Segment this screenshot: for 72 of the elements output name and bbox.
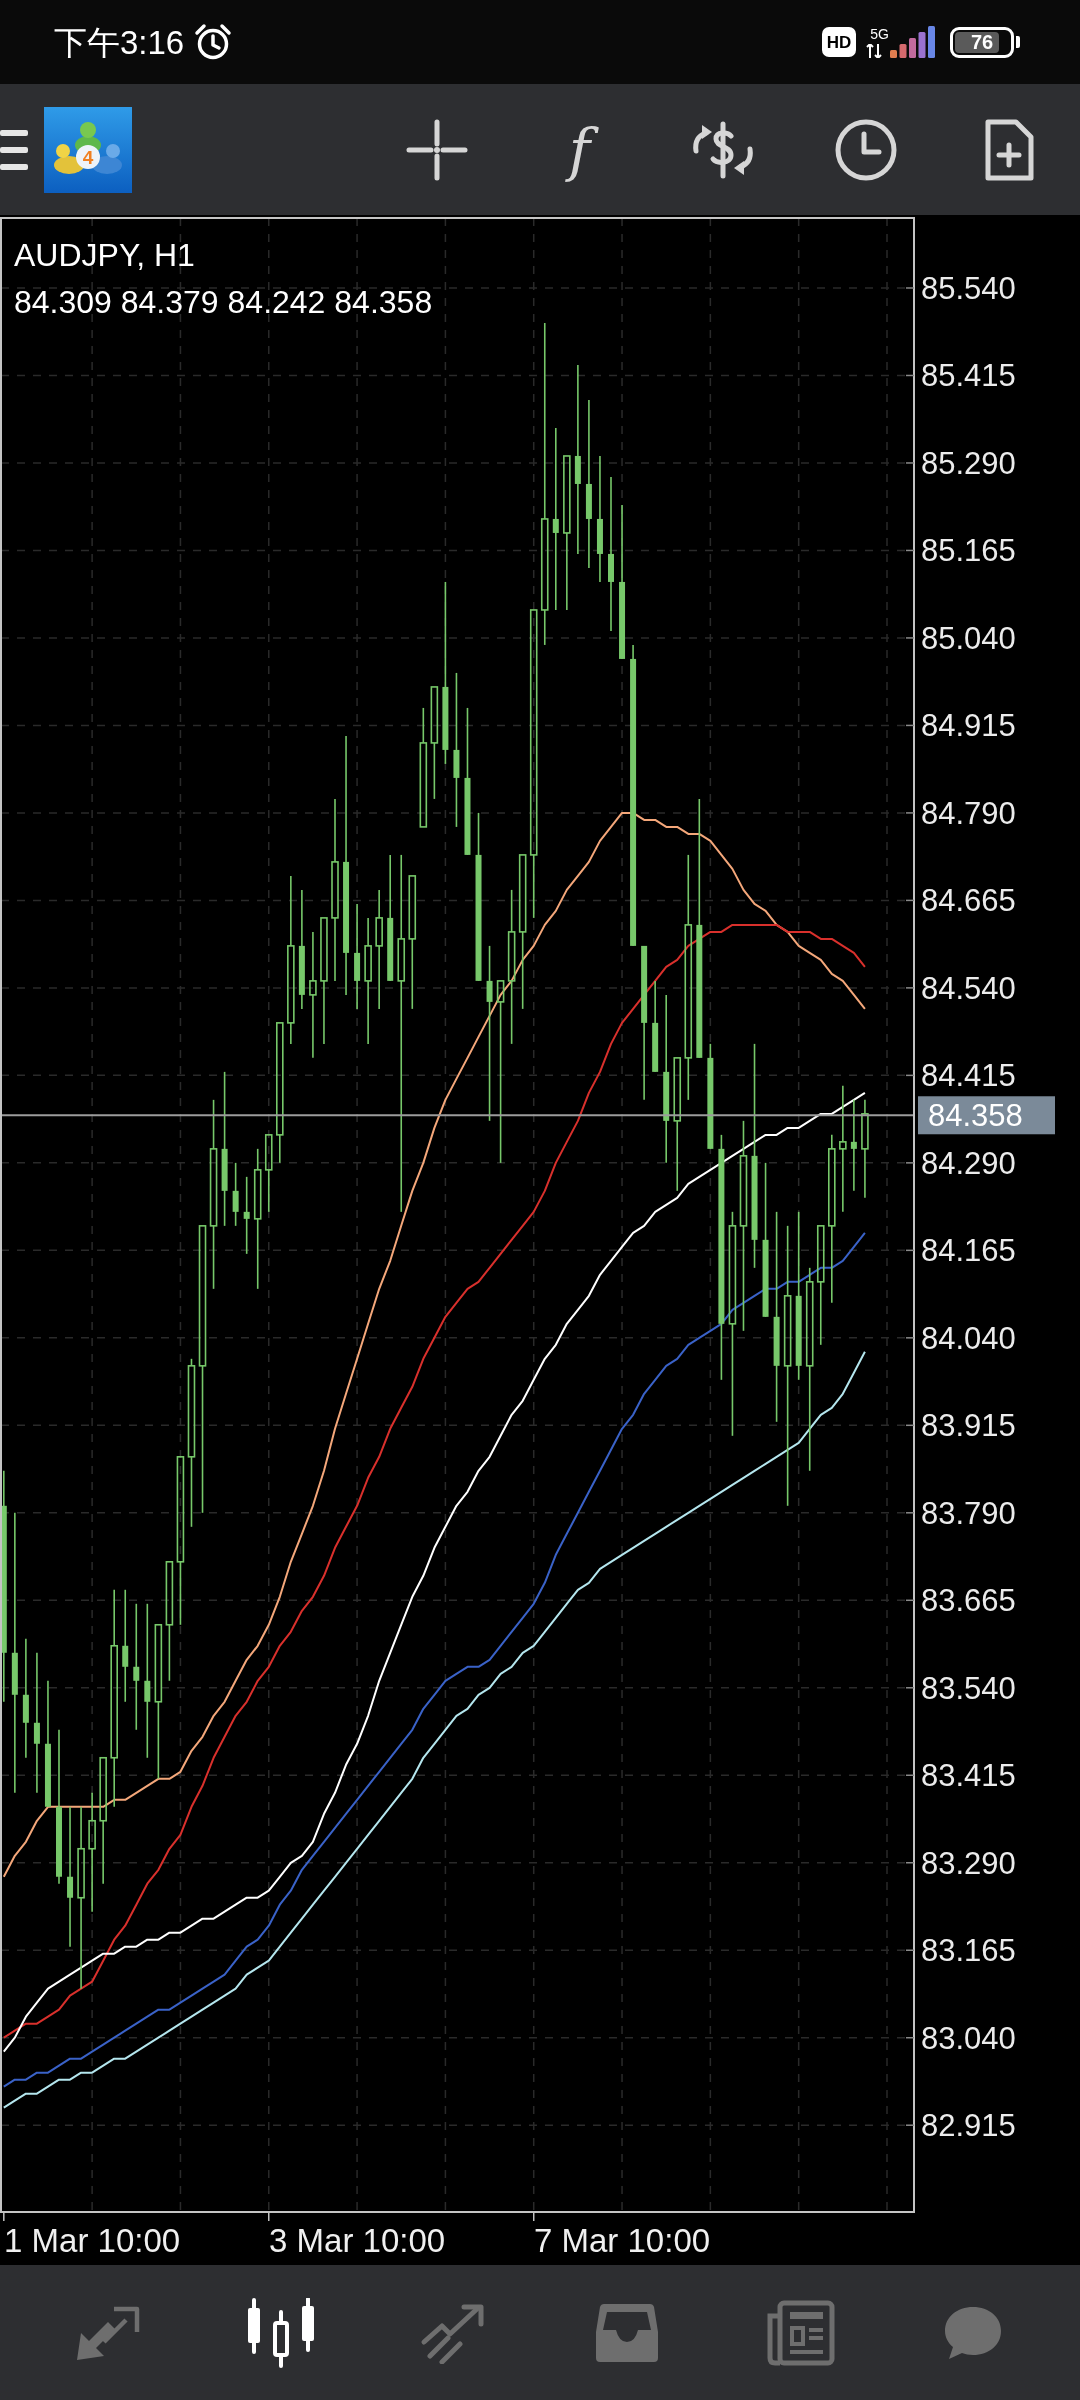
price-axis-label: 82.915 [921, 2108, 1016, 2144]
price-axis-label: 84.790 [921, 795, 1016, 831]
ohlc-values: 84.309 84.379 84.242 84.358 [14, 284, 433, 320]
status-time: 下午3:16 [54, 25, 185, 59]
price-axis-label: 83.540 [921, 1670, 1016, 1706]
price-axis-label: 85.290 [921, 445, 1016, 481]
candlestick [33, 1651, 40, 1794]
candlestick [110, 1588, 118, 1808]
price-axis-label: 84.540 [921, 970, 1016, 1006]
candlestick [739, 1120, 748, 1332]
candlestick [232, 1162, 239, 1227]
price-axis-label: 83.790 [921, 1495, 1016, 1531]
price-axis-label: 84.415 [921, 1058, 1016, 1094]
candlestick [684, 854, 693, 1101]
battery-indicator: 76 [950, 26, 1020, 58]
price-axis-label: 84.665 [921, 883, 1016, 919]
signal-bars-icon [890, 26, 936, 58]
candlestick [397, 854, 406, 1213]
alarm-clock-icon [194, 23, 233, 61]
time-axis-label: 7 Mar 10:00 [534, 2222, 711, 2259]
candlestick [67, 1805, 74, 1948]
candlestick [783, 1225, 792, 1507]
price-axis-label: 85.165 [921, 533, 1016, 569]
price-axis-label: 84.915 [921, 708, 1016, 744]
candlestick [77, 1805, 85, 1990]
price-axis-label: 83.290 [921, 1845, 1016, 1881]
crosshair-icon[interactable] [405, 118, 468, 181]
price-axis-label: 83.415 [921, 1758, 1016, 1794]
candlestick [253, 1148, 262, 1290]
time-axis-label: 3 Mar 10:00 [269, 2222, 446, 2259]
hd-badge: HD [821, 27, 857, 57]
candlestick [507, 889, 516, 1045]
candlestick [287, 875, 295, 1045]
price-axis-label: 84.040 [921, 1320, 1016, 1356]
candlestick [133, 1602, 140, 1731]
current-price-tag: 84.358 [918, 1096, 1055, 1135]
candlestick [243, 1176, 250, 1255]
candlestick [364, 917, 372, 1045]
candlestick [122, 1588, 129, 1703]
candlestick [209, 1099, 218, 1290]
candlestick [850, 1099, 857, 1192]
candlestick [331, 798, 339, 982]
price-axis-label: 84.165 [921, 1233, 1016, 1269]
candlestick [375, 889, 383, 1010]
chat-bubble-icon[interactable] [942, 2304, 1003, 2361]
candlestick [828, 1134, 836, 1304]
candlestick [839, 1085, 847, 1213]
price-axis-label: 83.165 [921, 1933, 1016, 1969]
candlestick [861, 1099, 869, 1199]
price-axis-label: 85.040 [921, 620, 1016, 656]
inbox-tray-icon[interactable] [593, 2301, 660, 2364]
data-arrows-icon [866, 44, 883, 58]
time-axis-label: 1 Mar 10:00 [4, 2222, 181, 2259]
candlestick [805, 1267, 814, 1472]
candlestick [88, 1791, 96, 1913]
network-type: 5G [870, 27, 889, 41]
price-axis-label: 85.540 [921, 271, 1016, 306]
candlestick [309, 931, 317, 1059]
price-axis-label: 85.415 [921, 358, 1016, 394]
candlestick [486, 945, 493, 1122]
menu-icon[interactable] [0, 129, 28, 170]
price-axis-label: 83.665 [921, 1583, 1016, 1619]
candlestick-icon[interactable] [245, 2297, 316, 2368]
price-axis-label: 83.040 [921, 2020, 1016, 2056]
ref-line-label: 84.358 [928, 1098, 1023, 1134]
price-axis-label: 84.290 [921, 1145, 1016, 1181]
candlestick [552, 427, 559, 611]
clock-icon[interactable] [834, 118, 897, 181]
candlestick [144, 1602, 151, 1759]
candlestick [540, 322, 549, 646]
chart-title: AUDJPY, H1 [14, 237, 195, 273]
price-axis-label: 83.915 [921, 1408, 1016, 1444]
